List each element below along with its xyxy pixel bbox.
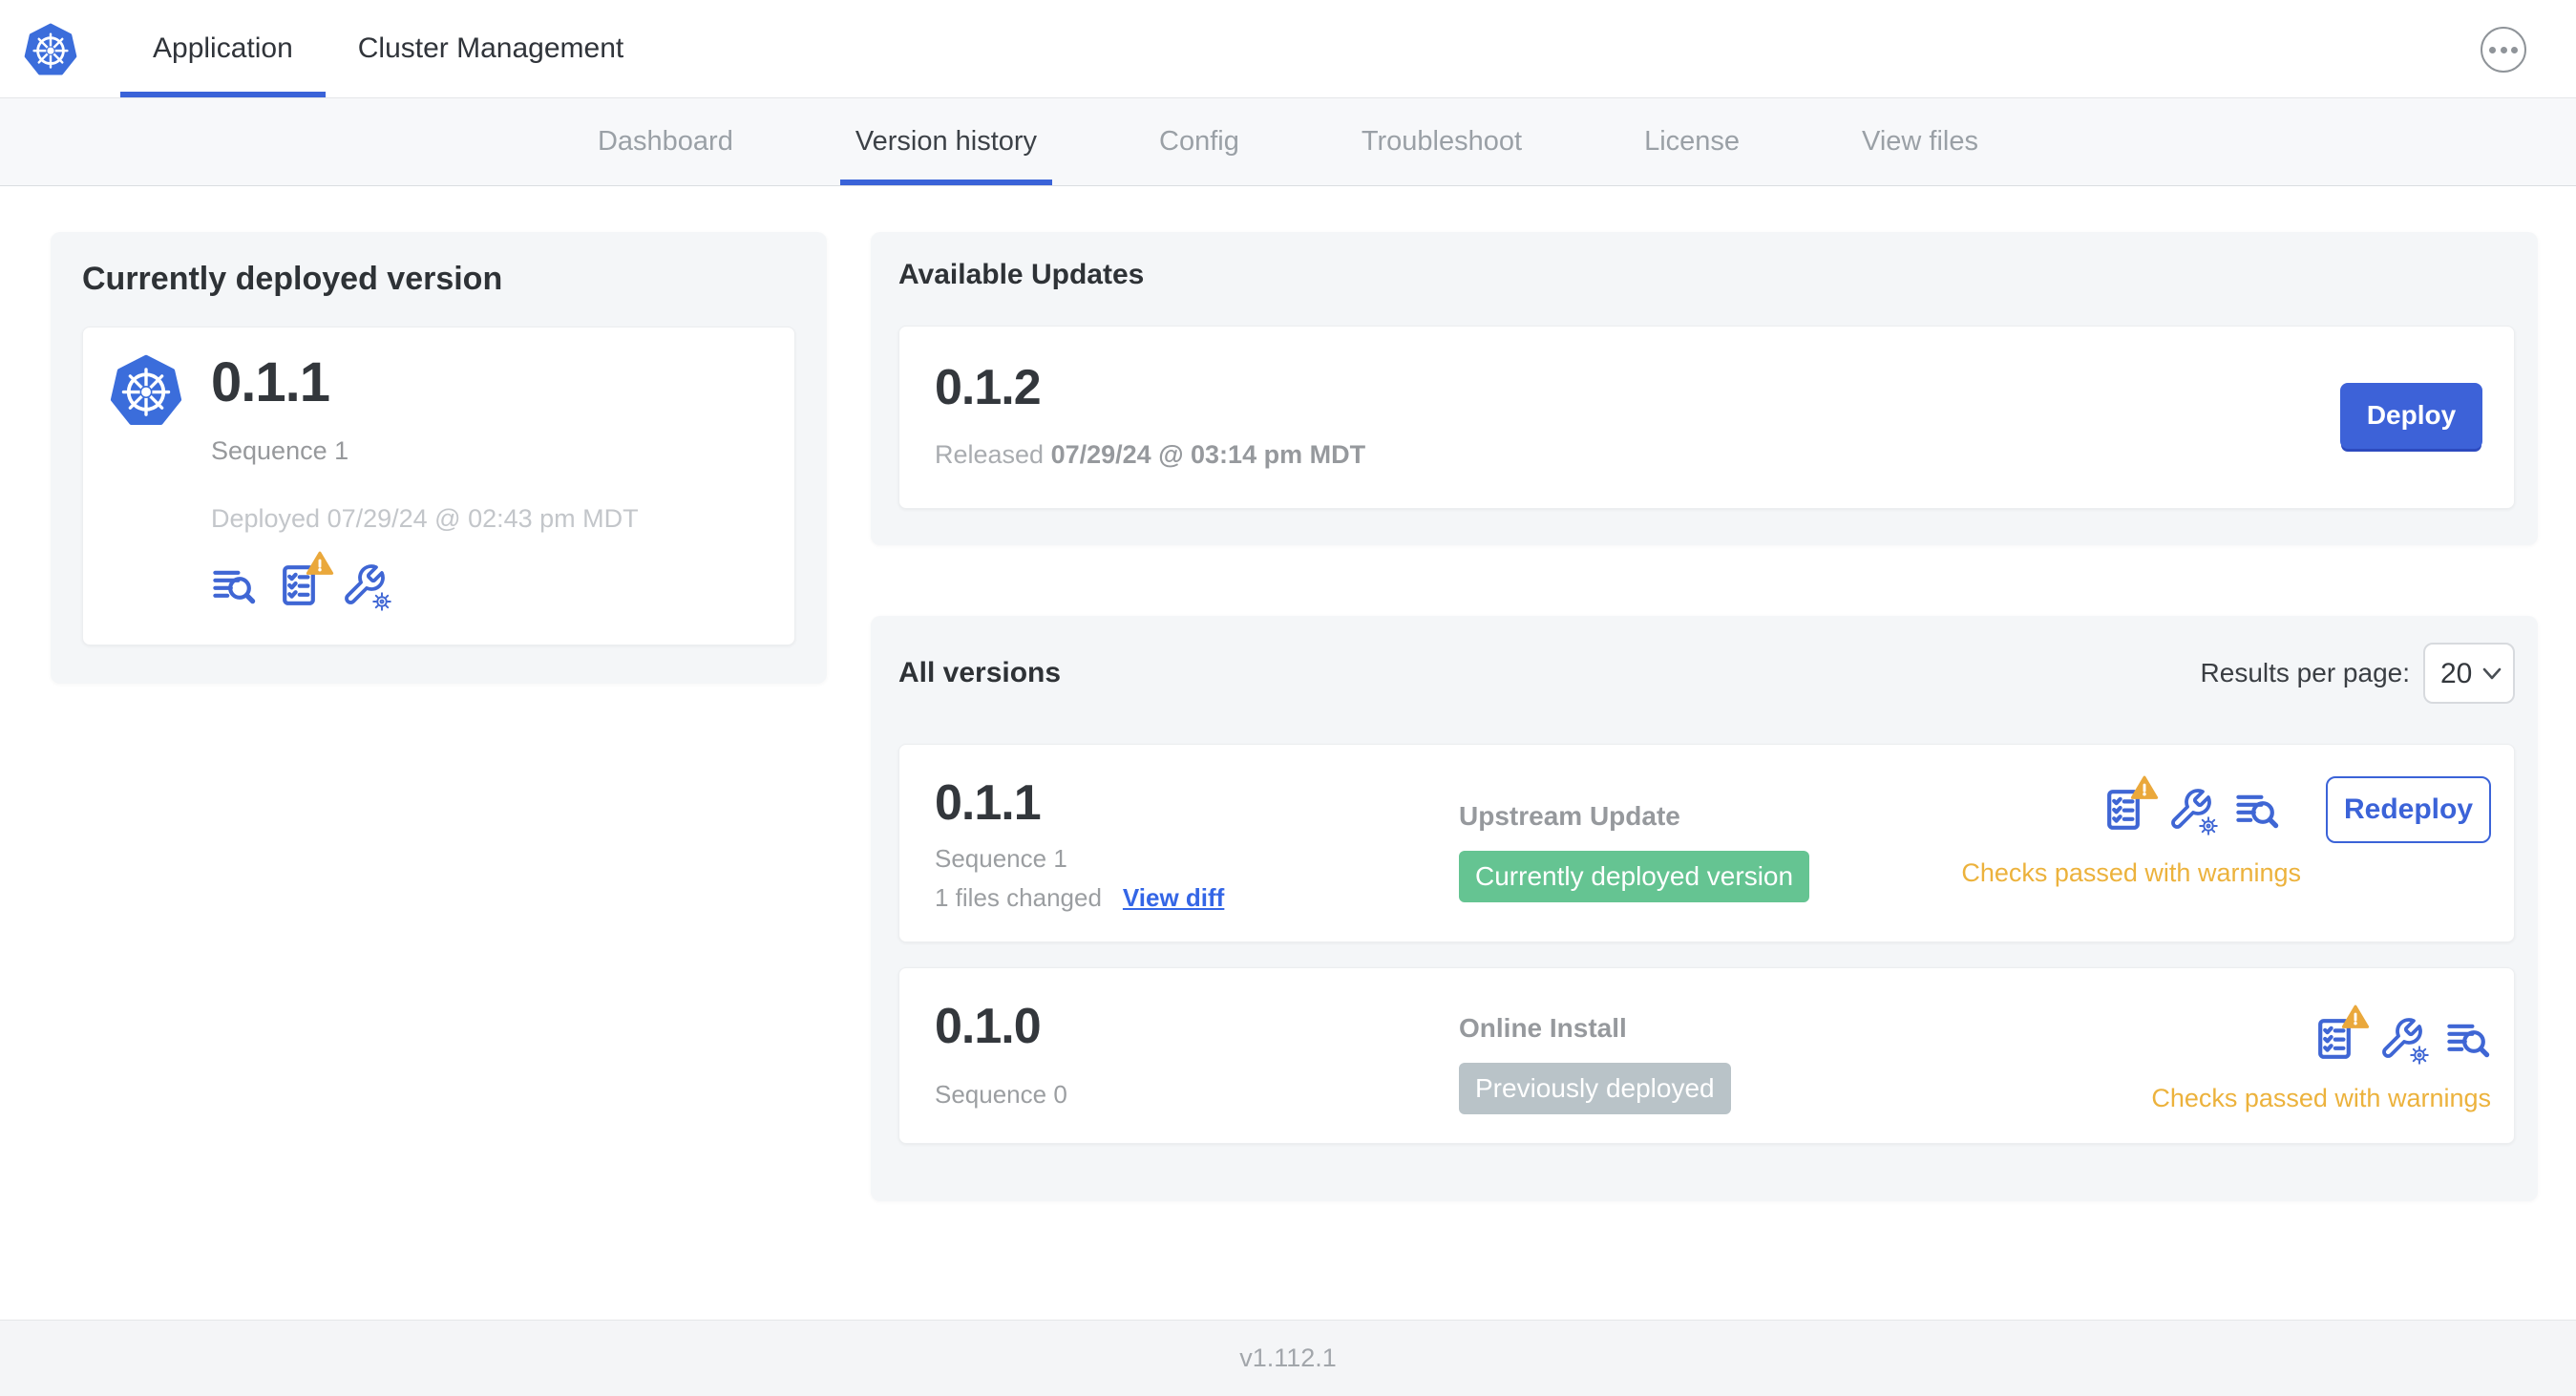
preflight-checks-warning-icon[interactable] xyxy=(2101,775,2159,833)
kubernetes-logo-icon xyxy=(24,23,77,76)
gear-icon xyxy=(2199,816,2218,835)
warning-triangle-icon xyxy=(306,551,334,575)
update-released-line: Released 07/29/24 @ 03:14 pm MDT xyxy=(935,440,1366,470)
row-version-number: 0.1.1 xyxy=(935,775,1042,832)
app-subnav: Dashboard Version history Config Trouble… xyxy=(0,98,2576,186)
ellipsis-icon xyxy=(2489,46,2496,53)
all-versions-title: All versions xyxy=(898,657,1062,689)
row-sequence-label: Sequence 0 xyxy=(935,1079,1067,1109)
gear-icon xyxy=(372,592,391,611)
status-badge-currently-deployed: Currently deployed version xyxy=(1459,851,1810,903)
row-sequence-label: Sequence 1 xyxy=(935,844,1067,874)
update-row: 0.1.2 Released 07/29/24 @ 03:14 pm MDT D… xyxy=(898,326,2515,510)
config-icon[interactable] xyxy=(341,562,391,611)
version-source-label: Online Install xyxy=(1459,1013,1627,1044)
tab-view-files[interactable]: View files xyxy=(1847,98,1994,185)
results-per-page-select[interactable]: 20 xyxy=(2423,643,2515,705)
tab-license[interactable]: License xyxy=(1629,98,1755,185)
status-badge-previously-deployed: Previously deployed xyxy=(1459,1063,1731,1115)
more-options-button[interactable] xyxy=(2481,27,2526,73)
deploy-logs-icon[interactable] xyxy=(2234,787,2280,833)
update-version-number: 0.1.2 xyxy=(935,360,1042,415)
top-header: Application Cluster Management xyxy=(0,0,2576,98)
currently-deployed-title: Currently deployed version xyxy=(82,261,503,297)
update-released-timestamp: 07/29/24 @ 03:14 pm MDT xyxy=(1050,440,1366,470)
warning-triangle-icon xyxy=(2130,775,2159,800)
version-row-0-1-1: 0.1.1 Sequence 1 1 files changed View di… xyxy=(898,744,2515,943)
footer: v1.112.1 xyxy=(0,1320,2576,1396)
main-content: Currently deployed version 0.1.1 Sequenc… xyxy=(0,186,2576,1320)
available-updates-card: Available Updates 0.1.2 Released 07/29/2… xyxy=(871,232,2538,546)
config-icon[interactable] xyxy=(2167,787,2218,835)
deploy-button[interactable]: Deploy xyxy=(2340,382,2482,449)
warning-triangle-icon xyxy=(2341,1005,2370,1029)
deployed-timestamp: Deployed 07/29/24 @ 02:43 pm MDT xyxy=(211,503,639,533)
version-row-0-1-0: 0.1.0 Sequence 0 Online Install Previous… xyxy=(898,967,2515,1145)
nav-tab-cluster-management[interactable]: Cluster Management xyxy=(326,0,656,97)
deployed-sequence-label: Sequence 1 xyxy=(211,435,349,465)
deployed-version-number: 0.1.1 xyxy=(211,351,330,413)
results-per-page-label: Results per page: xyxy=(2200,658,2410,688)
available-updates-title: Available Updates xyxy=(898,259,1145,290)
tab-config[interactable]: Config xyxy=(1144,98,1255,185)
console-version-label: v1.112.1 xyxy=(1239,1343,1337,1372)
tab-version-history[interactable]: Version history xyxy=(839,98,1053,185)
tab-dashboard[interactable]: Dashboard xyxy=(582,98,749,185)
deployed-version-card: 0.1.1 Sequence 1 Deployed 07/29/24 @ 02:… xyxy=(82,327,795,645)
checks-status-text: Checks passed with warnings xyxy=(1961,858,2301,888)
preflight-checks-warning-icon[interactable] xyxy=(2312,1005,2370,1062)
row-version-number: 0.1.0 xyxy=(935,999,1042,1055)
gear-icon xyxy=(2410,1046,2429,1066)
view-diff-link[interactable]: View diff xyxy=(1123,883,1224,913)
checks-status-text: Checks passed with warnings xyxy=(2151,1084,2491,1113)
redeploy-button[interactable]: Redeploy xyxy=(2326,776,2491,844)
all-versions-card: All versions Results per page: 20 0.1.1 … xyxy=(871,616,2538,1202)
nav-tab-application[interactable]: Application xyxy=(120,0,326,97)
app-kubernetes-icon xyxy=(110,354,182,427)
files-changed-label: 1 files changed xyxy=(935,883,1102,913)
deploy-logs-icon[interactable] xyxy=(211,562,257,608)
tab-troubleshoot[interactable]: Troubleshoot xyxy=(1346,98,1537,185)
currently-deployed-card: Currently deployed version 0.1.1 Sequenc… xyxy=(51,232,827,684)
config-icon[interactable] xyxy=(2378,1016,2429,1066)
deploy-logs-icon[interactable] xyxy=(2445,1016,2491,1062)
primary-nav: Application Cluster Management xyxy=(120,0,656,97)
version-source-label: Upstream Update xyxy=(1459,801,1680,832)
preflight-checks-warning-icon[interactable] xyxy=(276,551,334,608)
